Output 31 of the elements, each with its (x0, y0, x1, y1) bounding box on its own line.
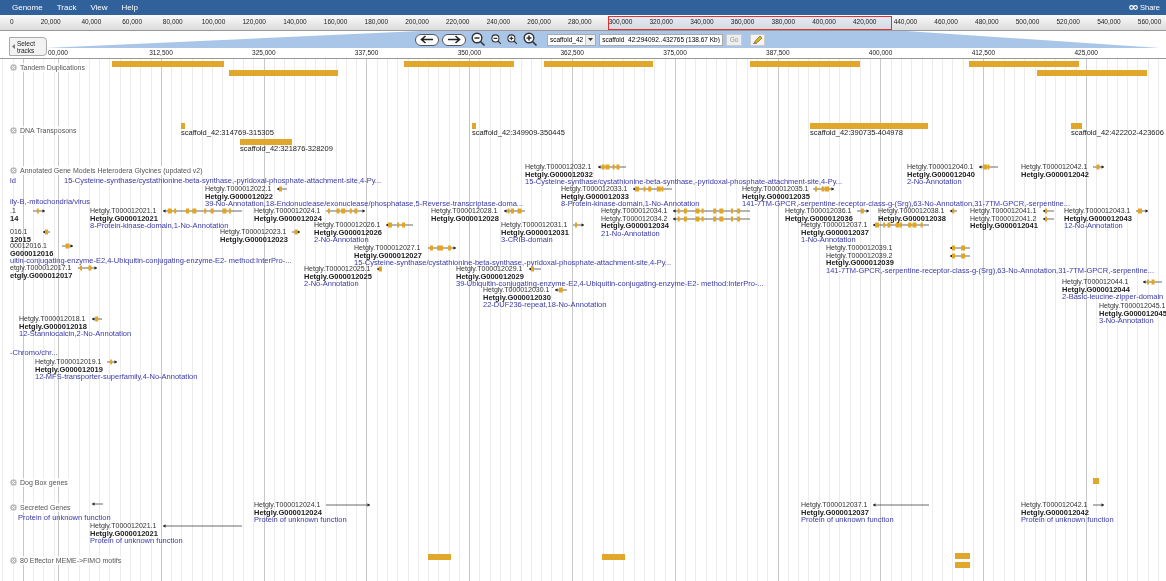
gene-model-drawing[interactable] (62, 243, 73, 249)
gene-model-drawing[interactable] (43, 229, 50, 235)
gene-model-drawing[interactable] (33, 208, 45, 214)
gene-model-drawing[interactable] (857, 208, 869, 214)
zoom-out-icon[interactable] (471, 32, 486, 47)
gene-model-drawing[interactable] (377, 266, 382, 272)
gene-model-drawing[interactable] (950, 208, 957, 214)
zoom-out-icon[interactable] (491, 34, 502, 45)
menu-item[interactable]: Genome (5, 0, 50, 15)
gene-model-drawing[interactable] (292, 229, 300, 235)
zoom-in-icon[interactable] (523, 32, 538, 47)
link-icon (1129, 5, 1138, 10)
menu-item[interactable]: Track (49, 0, 84, 15)
gene-model-drawing[interactable] (1043, 208, 1054, 214)
gene-model-drawing[interactable] (573, 222, 584, 228)
gene-model-drawing[interactable] (1093, 502, 1104, 508)
gene-model-drawing[interactable] (92, 316, 102, 322)
overview-ruler[interactable] (0, 15, 1166, 31)
gene-model-drawing[interactable] (1136, 208, 1148, 214)
zoom-in-icon[interactable] (507, 34, 518, 45)
gene-model-drawing[interactable] (555, 287, 567, 293)
gene-model-drawing[interactable] (107, 359, 117, 365)
menu-item[interactable]: Help (114, 0, 146, 15)
dropdown-icon (585, 34, 596, 45)
gene-model-drawing[interactable] (1093, 164, 1104, 170)
menu-item[interactable]: View (83, 0, 115, 15)
gene-model-drawing[interactable] (92, 501, 103, 507)
gene-model-drawing[interactable] (277, 186, 287, 192)
gene-model-drawing[interactable] (529, 266, 541, 272)
visible-region-box[interactable] (608, 16, 892, 30)
caret-icon (12, 43, 15, 50)
